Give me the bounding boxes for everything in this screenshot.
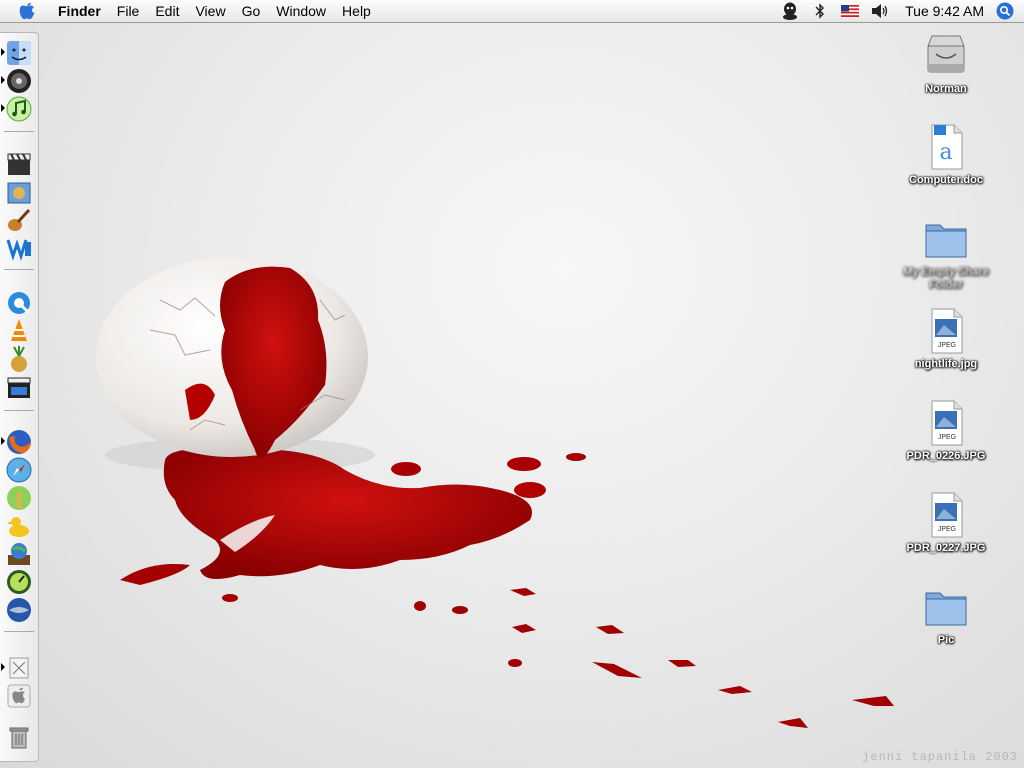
apple-icon[interactable]	[5, 682, 33, 710]
duck-app-icon[interactable]	[5, 512, 33, 540]
menu-edit[interactable]: Edit	[147, 0, 187, 22]
word-icon[interactable]	[5, 234, 33, 262]
itunes-icon[interactable]	[5, 95, 33, 123]
hard-drive-icon	[922, 32, 970, 80]
us-flag-input-menu-icon[interactable]	[838, 0, 862, 22]
svg-text:JPEG: JPEG	[938, 342, 956, 349]
dock-separator	[4, 631, 34, 632]
menu-clock[interactable]: Tue 9:42 AM	[895, 0, 994, 22]
desktop-icon-share-folder[interactable]: My Empty Share Folder	[896, 215, 996, 292]
bluetooth-icon[interactable]	[808, 0, 832, 22]
firefox-icon[interactable]	[5, 428, 33, 456]
jpeg-file-icon: JPEG	[922, 399, 970, 447]
menu-view[interactable]: View	[187, 0, 233, 22]
iphoto-icon[interactable]	[5, 178, 33, 206]
jpeg-file-icon: JPEG	[922, 491, 970, 539]
menu-app-finder[interactable]: Finder	[50, 0, 109, 22]
dock-separator	[4, 131, 34, 132]
desktop-icon-pdr-0226[interactable]: JPEG PDR_0226.JPG	[896, 399, 996, 463]
apple-menu-icon[interactable]	[16, 0, 38, 22]
folder-icon	[922, 583, 970, 631]
desktop-icon-norman[interactable]: Norman	[896, 32, 996, 96]
menu-window[interactable]: Window	[268, 0, 334, 22]
svg-text:JPEG: JPEG	[938, 526, 956, 533]
desktop-icon-label: nightlife.jpg	[914, 358, 978, 370]
garageband-icon[interactable]	[5, 206, 33, 234]
desktop-icon-computer-doc[interactable]: a Computer.doc	[896, 123, 996, 187]
menu-bar: Finder File Edit View Go Window Help Tue…	[0, 0, 1024, 23]
volume-icon[interactable]	[868, 0, 892, 22]
word-document-icon: a	[922, 123, 970, 171]
desktop-icon-label: PDR_0227.JPG	[906, 542, 986, 554]
desktop-icon-nightlife[interactable]: JPEG nightlife.jpg	[896, 307, 996, 371]
wallpaper-broken-egg	[96, 257, 894, 728]
quicktime-icon[interactable]	[5, 289, 33, 317]
giraffe-app-icon[interactable]	[5, 484, 33, 512]
spotlight-search-icon[interactable]	[994, 0, 1016, 22]
desktop-icon-label: Computer.doc	[909, 174, 983, 186]
menu-help[interactable]: Help	[334, 0, 379, 22]
desktop-icon-label: PDR_0226.JPG	[906, 450, 986, 462]
globe-chart-icon[interactable]	[5, 540, 33, 568]
desktop-icon-pic[interactable]: Pic	[896, 583, 996, 647]
imovie-icon[interactable]	[5, 150, 33, 178]
folder-icon	[922, 215, 970, 263]
dock-separator	[4, 269, 34, 270]
pineapple-icon[interactable]	[5, 345, 33, 373]
documents-stack-icon[interactable]	[5, 654, 33, 682]
menu-file[interactable]: File	[109, 0, 148, 22]
dock	[0, 32, 39, 762]
dashboard-icon[interactable]	[5, 568, 33, 596]
safari-icon[interactable]	[5, 456, 33, 484]
svg-text:a: a	[939, 140, 952, 165]
user-account-icon[interactable]	[778, 0, 802, 22]
finder-icon[interactable]	[5, 39, 33, 67]
desktop-icon-label: Pic	[937, 634, 955, 646]
google-earth-icon[interactable]	[5, 596, 33, 624]
clapper-icon[interactable]	[5, 373, 33, 401]
trash-icon[interactable]	[5, 723, 33, 751]
menu-go[interactable]: Go	[234, 0, 269, 22]
svg-text:JPEG: JPEG	[938, 434, 956, 441]
vlc-icon[interactable]	[5, 317, 33, 345]
desktop-icon-pdr-0227[interactable]: JPEG PDR_0227.JPG	[896, 491, 996, 555]
desktop-icon-label: My Empty Share Folder	[903, 266, 989, 291]
dvd-player-icon[interactable]	[5, 67, 33, 95]
dock-separator	[4, 410, 34, 411]
jpeg-file-icon: JPEG	[922, 307, 970, 355]
desktop-icon-label: Norman	[925, 83, 967, 95]
